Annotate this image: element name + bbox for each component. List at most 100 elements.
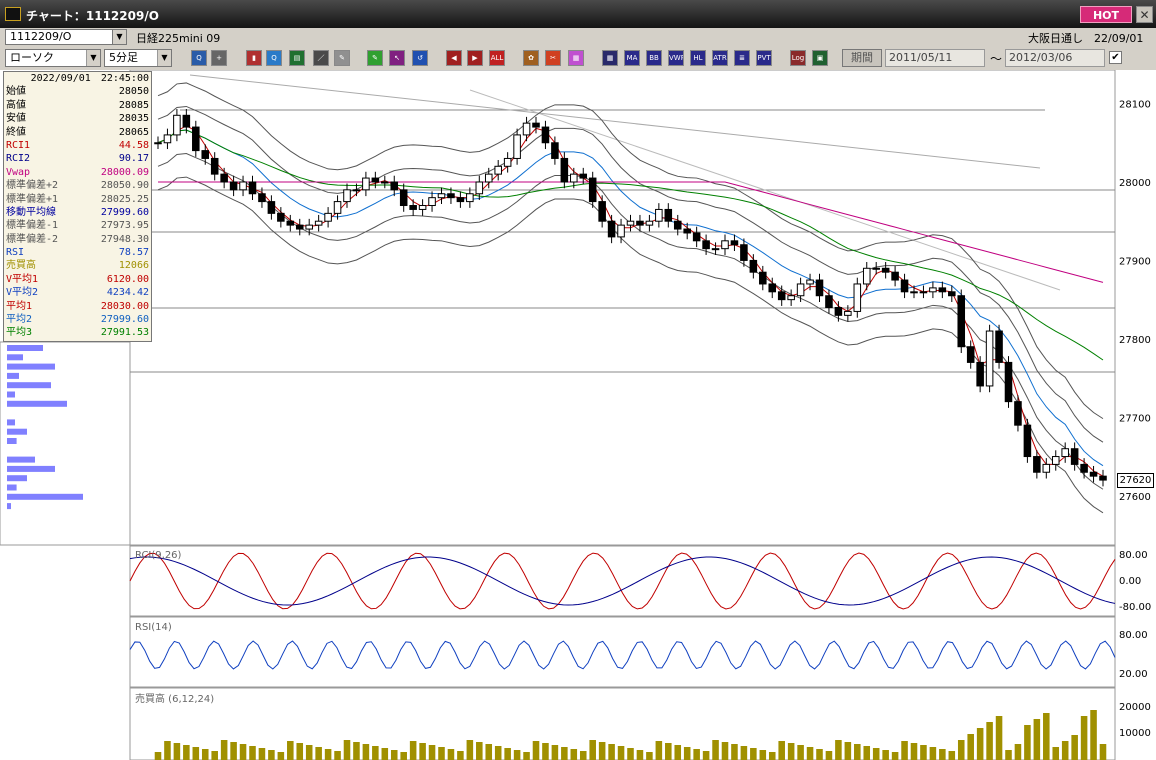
magnify-chart-icon[interactable]: Q [266,50,282,66]
candle-body [560,157,569,183]
bb-icon[interactable]: BB [646,50,662,66]
volume-bar [844,742,852,760]
hl-icon[interactable]: HL [690,50,706,66]
volume-bar [778,741,785,760]
volume-bar [239,744,247,760]
candle-body [182,114,191,128]
volume-bar [485,744,493,760]
env-icon[interactable]: ≣ [734,50,750,66]
candle-body [248,181,257,195]
chevron-down-icon[interactable]: ▼ [157,50,171,66]
interval-select[interactable]: 5分足 ▼ [104,49,172,67]
info-label: V平均1 [6,273,39,285]
volume-bar [334,751,341,760]
info-value: 28025.25 [100,193,149,205]
candle-body [768,283,777,293]
volume-bar [683,747,691,760]
info-label: RCI1 [6,139,31,151]
axis-tick-label: 20000 [1119,702,1151,713]
last-price-tag: 27620 [1117,473,1154,488]
vwap-icon[interactable]: VWP [668,50,684,66]
candle-body [1051,456,1060,465]
chart-area[interactable]: 28100 28000 27900 27800 27700 27600 RCI(9,26) R… [0,70,1156,760]
candle-body [825,295,833,308]
volume-bar [825,751,833,760]
info-value: 28035 [118,113,149,125]
log-icon[interactable]: Log [790,50,806,66]
volume-bar [542,743,549,760]
crosshair-icon[interactable]: + [211,50,227,66]
info-label: 平均2 [6,314,33,326]
volume-bar [1099,744,1107,760]
grid-icon[interactable]: ▦ [602,50,618,66]
volume-bar [636,750,644,760]
volume-bar [305,745,313,760]
info-value: 28085 [118,99,149,111]
chevron-down-icon[interactable]: ▼ [86,50,100,66]
candle-body [163,134,172,144]
candle-body [239,181,247,191]
range-checkbox[interactable]: ✔ [1109,51,1122,64]
shift-right-icon[interactable]: ▶ [467,50,483,66]
candle-body [645,220,654,226]
candle-body [853,283,862,312]
date-to-value: 2012/03/06 [1009,51,1073,64]
date-range-separator: 〜 [990,52,1003,66]
candle-body [900,279,909,293]
bar-chart-icon[interactable]: ▤ [289,50,305,66]
date-to-input[interactable]: 2012/03/06 [1005,49,1105,67]
pvt-icon[interactable]: PVT [756,50,772,66]
redo-icon[interactable]: ↺ [412,50,428,66]
volume-bar [693,749,700,760]
hot-button[interactable]: HOT [1080,6,1132,23]
candle-icon[interactable]: ▮ [246,50,262,66]
period-button[interactable]: 期間 [842,49,882,67]
candle-body [1042,463,1051,473]
candle-body [711,248,720,251]
candle-body [919,291,928,294]
shift-left-icon[interactable]: ◀ [446,50,462,66]
settings-icon[interactable]: ✿ [523,50,539,66]
volume-bar [343,740,351,760]
info-row: Vwap 28000.09 [4,166,151,179]
instrument-code-input[interactable]: 1112209/O [5,29,127,45]
info-label: 標準偏差+2 [6,180,59,192]
chevron-down-icon[interactable]: ▼ [112,29,127,45]
candle-body [409,205,417,210]
candle-body [910,291,918,294]
all-icon[interactable]: ALL [489,50,505,66]
info-row: 標準偏差-2 27948.30 [4,233,151,246]
toolbar: ローソク ▼ 5分足 ▼ Q + ▮ Q ▤ ／ ✎ ✎ ↖ ↺ ◀ ▶ ALL ✿ ✂ ▦ ▦ MA BB VWP HL A… [0,46,1156,70]
zoom-icon[interactable]: Q [191,50,207,66]
y-tick-label: 27900 [1119,256,1151,267]
candle-body [976,361,984,387]
export-icon[interactable]: ▣ [812,50,828,66]
candle-body [173,114,181,136]
chart-type-select[interactable]: ローソク ▼ [5,49,101,67]
close-icon[interactable]: ✕ [1136,6,1153,23]
palette-icon[interactable]: ▦ [568,50,584,66]
pencil-icon[interactable]: ✎ [367,50,383,66]
candle-body [891,271,899,281]
note-icon[interactable]: ✎ [334,50,350,66]
date-from-input[interactable]: 2011/05/11 [885,49,985,67]
volume-bar [759,750,767,760]
volume-bar [768,752,776,760]
tool-icon[interactable]: ✂ [545,50,561,66]
candle-body [484,173,493,183]
atr-icon[interactable]: ATR [712,50,728,66]
chart-canvas[interactable]: 28100 28000 27900 27800 27700 27600 RCI(9,26) R… [0,70,1156,760]
info-row: 安値 28035 [4,112,151,125]
candle-body [607,220,616,238]
volume-bar [192,747,200,760]
candle-body [579,173,588,179]
volume-bar [1061,741,1069,760]
candle-body [985,330,994,387]
volume-bar [929,747,937,760]
volume-bar [872,748,880,760]
y-tick-label: 27600 [1119,492,1151,503]
ma-icon[interactable]: MA [624,50,640,66]
cursor-icon[interactable]: ↖ [389,50,405,66]
line-tool-icon[interactable]: ／ [313,50,329,66]
axis-tick-label: -80.00 [1119,602,1151,613]
